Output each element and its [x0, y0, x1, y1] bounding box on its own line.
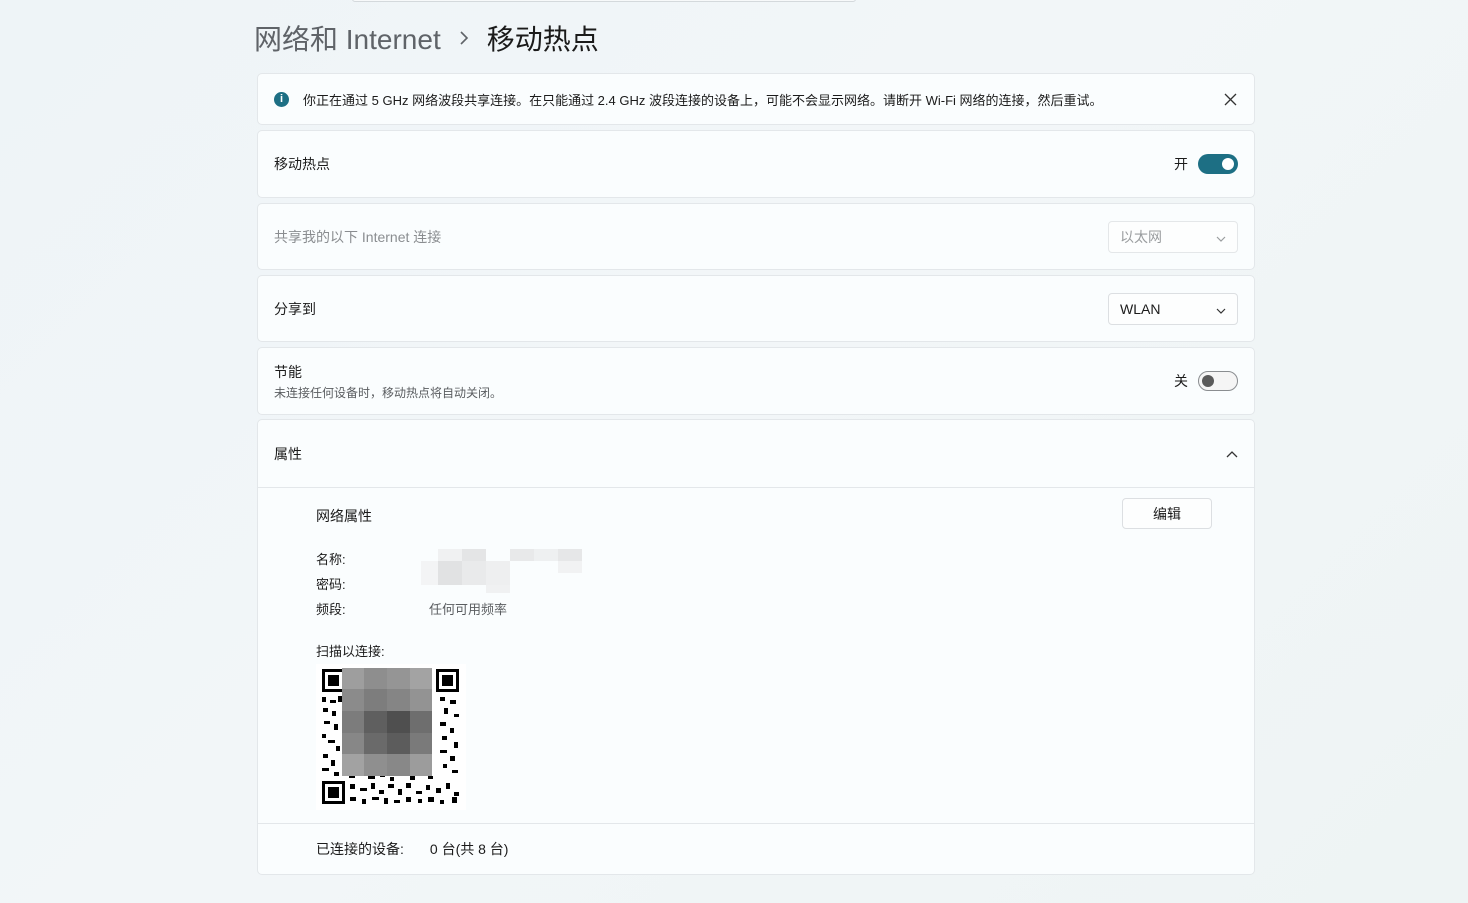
scan-label: 扫描以连接:	[316, 644, 385, 659]
breadcrumb-chevron-icon	[459, 31, 469, 45]
share-to-title: 分享到	[274, 300, 316, 317]
password-label: 密码:	[316, 577, 346, 592]
power-saving-text: 节能 未连接任何设备时，移动热点将自动关闭。	[274, 362, 502, 401]
hotspot-row: 移动热点 开	[257, 130, 1255, 198]
properties-body: 网络属性 编辑 名称: 密码: 频段: 任何可用频率 扫描以连接:	[258, 488, 1254, 824]
band-value: 任何可用频率	[429, 602, 508, 617]
hotspot-state-label: 开	[1174, 156, 1188, 172]
power-saving-row: 节能 未连接任何设备时，移动热点将自动关闭。 关	[257, 347, 1255, 415]
chevron-up-icon[interactable]	[1226, 445, 1238, 463]
power-saving-title: 节能	[274, 363, 302, 380]
name-label: 名称:	[316, 552, 346, 567]
window-top-edge	[352, 0, 856, 2]
connected-devices-value: 0 台(共 8 台)	[429, 841, 509, 857]
share-to-row: 分享到 WLAN	[257, 275, 1255, 342]
band-label: 频段:	[316, 602, 346, 617]
hotspot-title: 移动热点	[274, 156, 330, 172]
breadcrumb-parent[interactable]: 网络和 Internet	[254, 18, 441, 58]
qr-code	[316, 664, 466, 810]
share-from-selected: 以太网	[1120, 228, 1162, 245]
connected-devices-label: 已连接的设备:	[316, 841, 404, 857]
edit-button[interactable]: 编辑	[1122, 498, 1212, 529]
info-bar: i 你正在通过 5 GHz 网络波段共享连接。在只能通过 2.4 GHz 波段连…	[257, 73, 1255, 125]
close-icon[interactable]	[1222, 91, 1238, 107]
network-properties-label: 网络属性	[316, 508, 372, 524]
info-message: 你正在通过 5 GHz 网络波段共享连接。在只能通过 2.4 GHz 波段连接的…	[303, 92, 1103, 108]
share-from-row: 共享我的以下 Internet 连接 以太网	[257, 203, 1255, 270]
power-saving-description: 未连接任何设备时，移动热点将自动关闭。	[274, 385, 503, 400]
hotspot-toggle[interactable]	[1198, 154, 1238, 174]
power-saving-state-label: 关	[1174, 373, 1188, 389]
share-from-title: 共享我的以下 Internet 连接	[274, 228, 442, 245]
redacted-credentials	[421, 549, 583, 597]
breadcrumb: 网络和 Internet 移动热点	[254, 16, 599, 60]
properties-header[interactable]: 属性	[258, 420, 1254, 488]
share-from-dropdown: 以太网	[1108, 220, 1238, 253]
power-saving-toggle[interactable]	[1198, 371, 1238, 391]
properties-section: 属性 网络属性 编辑 名称: 密码: 频段: 任何可用频率 扫描以连接: 已连接…	[257, 419, 1255, 875]
info-icon: i	[274, 91, 289, 107]
chevron-down-icon	[1216, 301, 1226, 317]
chevron-down-icon	[1216, 229, 1226, 245]
share-to-selected: WLAN	[1120, 300, 1161, 317]
share-to-dropdown[interactable]: WLAN	[1108, 292, 1238, 325]
connected-devices-row: 已连接的设备: 0 台(共 8 台)	[258, 824, 1254, 874]
page-title: 移动热点	[486, 24, 599, 55]
properties-title: 属性	[274, 445, 302, 462]
